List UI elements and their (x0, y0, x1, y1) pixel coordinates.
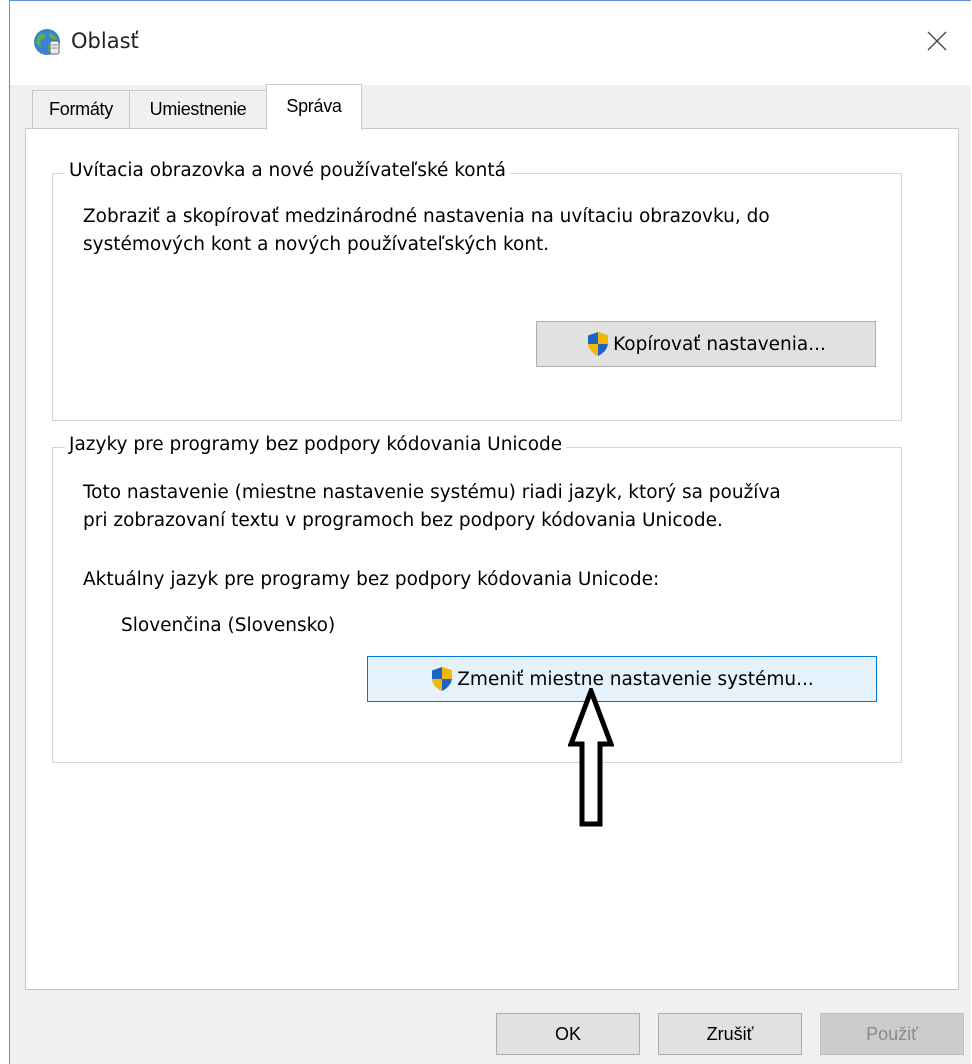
title-bar[interactable]: Oblasť (10, 1, 971, 85)
button-label: Zmeniť miestne nastavenie systému... (457, 668, 814, 690)
group-description: Toto nastavenie (miestne nastavenie syst… (83, 482, 781, 531)
tab-panel-sprava: Uvítacia obrazovka a nové používateľské … (25, 128, 959, 990)
ok-button[interactable]: OK (496, 1013, 640, 1055)
uac-shield-icon (432, 667, 453, 691)
copy-settings-button[interactable]: Kopírovať nastavenia... (536, 321, 876, 367)
button-label: Použiť (866, 1023, 918, 1044)
region-dialog: Oblasť Formáty Umiestnenie Správa Uvítac… (9, 0, 971, 1064)
up-arrow-annotation-icon (568, 688, 614, 827)
tab-label: Správa (286, 96, 342, 116)
cancel-button[interactable]: Zrušiť (658, 1013, 802, 1055)
tab-sprava[interactable]: Správa (266, 84, 362, 130)
change-system-locale-button[interactable]: Zmeniť miestne nastavenie systému... (367, 656, 877, 702)
uac-shield-icon (588, 332, 609, 356)
button-label: OK (554, 1023, 581, 1044)
welcome-screen-group: Uvítacia obrazovka a nové používateľské … (52, 160, 902, 421)
tab-label: Umiestnenie (149, 99, 247, 119)
button-label: Zrušiť (706, 1023, 754, 1044)
tab-umiestnenie[interactable]: Umiestnenie (129, 90, 267, 128)
unicode-languages-group: Jazyky pre programy bez podpory kódovani… (52, 434, 902, 763)
apply-button[interactable]: Použiť (820, 1013, 964, 1055)
globe-region-icon (34, 29, 60, 55)
tab-formaty[interactable]: Formáty (32, 90, 130, 128)
tab-label: Formáty (49, 99, 113, 119)
current-language-label: Aktuálny jazyk pre programy bez podpory … (83, 569, 660, 590)
group-description: Zobraziť a skopírovať medzinárodné nasta… (83, 206, 770, 255)
current-language-value: Slovenčina (Slovensko) (121, 615, 336, 636)
close-icon (927, 31, 947, 51)
group-title: Jazyky pre programy bez podpory kódovani… (65, 434, 567, 455)
window-title: Oblasť (71, 29, 139, 53)
button-label: Kopírovať nastavenia... (613, 333, 826, 355)
close-button[interactable] (917, 21, 957, 61)
group-title: Uvítacia obrazovka a nové používateľské … (65, 160, 510, 181)
